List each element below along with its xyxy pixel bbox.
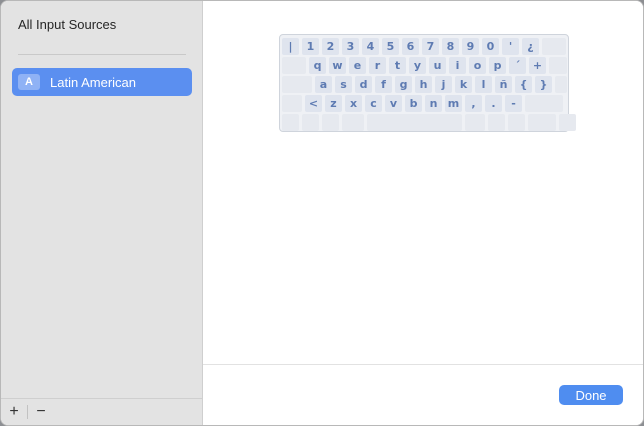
keyboard-key: s [335, 76, 352, 93]
keyboard-key: d [355, 76, 372, 93]
keyboard-preview: | 1 2 3 4 5 6 7 8 9 0 ' ¿ q w e r t y u i o p ´ + a s d f g h j k l ñ{} < z x… [279, 34, 576, 132]
keyboard-key [367, 114, 462, 131]
keyboard-key [525, 95, 563, 112]
keyboard-key: k [455, 76, 472, 93]
keyboard-key: < [305, 95, 322, 112]
keyboard-key: 3 [342, 38, 359, 55]
keyboard-row: q w e r t y u i o p ´ + [282, 57, 567, 74]
keyboard-key: 5 [382, 38, 399, 55]
keyboard-key: + [529, 57, 546, 74]
keyboard-key: 8 [442, 38, 459, 55]
keyboard-key: m [445, 95, 462, 112]
keyboard-key: 2 [322, 38, 339, 55]
keyboard-key: 9 [462, 38, 479, 55]
keyboard-key: i [449, 57, 466, 74]
keyboard-key [282, 57, 306, 74]
main-panel: | 1 2 3 4 5 6 7 8 9 0 ' ¿ q w e r t y u i o p ´ + a s d f g h j k l ñ{} < z x… [203, 1, 643, 425]
sidebar-divider [18, 54, 186, 55]
keyboard-key: ' [502, 38, 519, 55]
keyboard-key: ñ [495, 76, 512, 93]
keyboard-key: 0 [482, 38, 499, 55]
keyboard-key [282, 76, 312, 93]
keyboard-key: 1 [302, 38, 319, 55]
keyboard-key [528, 114, 556, 131]
keyboard-key: n [425, 95, 442, 112]
keyboard-key [282, 114, 299, 131]
add-input-source-button[interactable]: + [1, 401, 27, 423]
keyboard-key: 4 [362, 38, 379, 55]
input-source-icon: A [18, 74, 40, 90]
keyboard-key [555, 76, 567, 93]
keyboard-key: l [475, 76, 492, 93]
keyboard-key: a [315, 76, 332, 93]
keyboard-row: a s d f g h j k l ñ{} [282, 76, 567, 93]
sidebar-item-label: Latin American [50, 74, 136, 90]
keyboard-key: ´ [509, 57, 526, 74]
remove-input-source-button[interactable]: − [28, 401, 54, 423]
keyboard-key: | [282, 38, 299, 55]
keyboard-key: t [389, 57, 406, 74]
keyboard-row [282, 114, 576, 131]
keyboard-key: . [485, 95, 502, 112]
keyboard-row: < z x c v b n m,. - [282, 95, 566, 112]
keyboard-key [282, 95, 302, 112]
footer-divider [203, 364, 643, 365]
keyboard-key: p [489, 57, 506, 74]
keyboard-key: y [409, 57, 426, 74]
keyboard-key: , [465, 95, 482, 112]
keyboard-key: x [345, 95, 362, 112]
keyboard-key: h [415, 76, 432, 93]
input-sources-window: All Input Sources A Latin American + − |… [0, 0, 644, 426]
keyboard-key: 7 [422, 38, 439, 55]
keyboard-key: c [365, 95, 382, 112]
sidebar-toolbar: + − [1, 398, 202, 425]
keyboard-key: g [395, 76, 412, 93]
keyboard-key [508, 114, 525, 131]
keyboard-key: o [469, 57, 486, 74]
sidebar-title: All Input Sources [18, 17, 117, 32]
keyboard-key: z [325, 95, 342, 112]
keyboard-key: j [435, 76, 452, 93]
keyboard-key: } [535, 76, 552, 93]
input-sources-sidebar: All Input Sources A Latin American + − [1, 1, 203, 425]
keyboard-key [302, 114, 319, 131]
keyboard-key: - [505, 95, 522, 112]
keyboard-key [342, 114, 364, 131]
keyboard-key [559, 114, 576, 131]
keyboard-key: e [349, 57, 366, 74]
keyboard-key [549, 57, 567, 74]
keyboard-key: v [385, 95, 402, 112]
keyboard-key: f [375, 76, 392, 93]
keyboard-key: ¿ [522, 38, 539, 55]
keyboard-key [542, 38, 566, 55]
keyboard-key: r [369, 57, 386, 74]
keyboard-key: u [429, 57, 446, 74]
keyboard-key [488, 114, 505, 131]
keyboard-key: b [405, 95, 422, 112]
keyboard-key [322, 114, 339, 131]
keyboard-row: | 1 2 3 4 5 6 7 8 9 0 ' ¿ [282, 38, 566, 55]
sidebar-item-latin-american[interactable]: A Latin American [12, 68, 192, 96]
done-button[interactable]: Done [559, 385, 623, 405]
keyboard-key: 6 [402, 38, 419, 55]
keyboard-key [465, 114, 485, 131]
keyboard-key: w [329, 57, 346, 74]
keyboard-key: { [515, 76, 532, 93]
keyboard-key: q [309, 57, 326, 74]
